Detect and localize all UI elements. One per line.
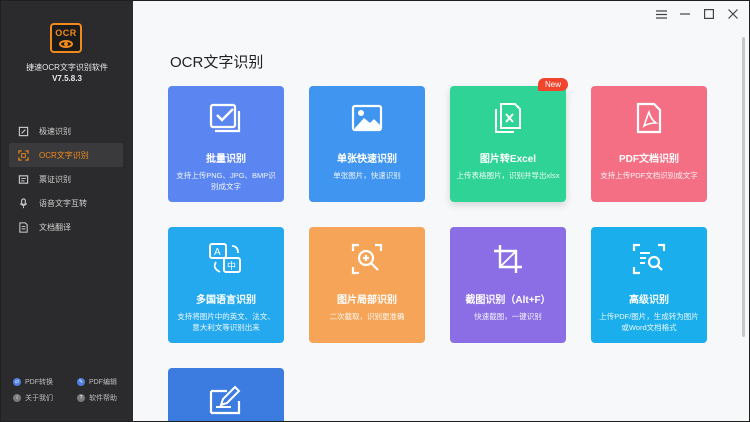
app-window: OCR 捷速OCR文字识别软件 V7.5.8.3 极速识别 OCR文字识别 票证…	[0, 0, 750, 422]
footer-link-label: 关于我们	[25, 395, 53, 402]
sidebar-item-label: 极速识别	[39, 126, 71, 136]
sidebar-item-speed[interactable]: 极速识别	[9, 119, 123, 143]
scrollbar[interactable]	[742, 37, 745, 337]
sidebar-item-label: 文档翻译	[39, 222, 71, 232]
footer-link-label: PDF编辑	[89, 379, 117, 386]
card-advanced-recognition[interactable]: 高级识别 上传PDF/图片，生成转为图片或Word文档格式	[591, 227, 707, 343]
app-version: V7.5.8.3	[52, 74, 82, 83]
card-edit-document[interactable]	[168, 368, 284, 421]
translate-doc-icon	[17, 221, 29, 233]
crop-icon	[490, 241, 526, 277]
close-icon	[728, 9, 738, 19]
pdf-convert-icon: ⇄	[13, 378, 21, 386]
card-desc: 支持将图片中的英文、法文、意大利文等识别出来	[177, 312, 275, 332]
card-desc: 支持上传PNG、JPG、BMP识别成文字	[176, 171, 276, 191]
footer-link-label: PDF转换	[25, 379, 53, 386]
sidebar-footer: ⇄ PDF转换 ✎ PDF编辑 i 关于我们 ? 软件帮助	[13, 377, 129, 403]
sidebar-item-translate[interactable]: 文档翻译	[9, 215, 123, 239]
zoom-frame-icon	[349, 241, 385, 277]
maximize-icon	[704, 9, 714, 19]
scan-frame-icon	[17, 149, 29, 161]
svg-text:A: A	[214, 247, 221, 258]
sidebar-item-ticket[interactable]: 票证识别	[9, 167, 123, 191]
bolt-icon	[17, 125, 29, 137]
new-badge: New	[537, 78, 568, 91]
minimize-button[interactable]	[677, 7, 693, 21]
card-multi-language[interactable]: A中 多国语言识别 支持将图片中的英文、法文、意大利文等识别出来	[168, 227, 284, 343]
sidebar-item-label: 语音文字互转	[39, 198, 87, 208]
app-name: 捷速OCR文字识别软件	[26, 63, 108, 72]
card-title: 高级识别	[629, 295, 669, 306]
language-icon: A中	[208, 241, 244, 277]
card-title: 多国语言识别	[196, 295, 256, 306]
excel-icon	[490, 100, 526, 136]
card-desc: 支持上传PDF文档识别成文字	[600, 171, 698, 180]
ticket-icon	[17, 173, 29, 185]
info-icon: i	[13, 394, 21, 402]
card-title: PDF文档识别	[619, 154, 679, 165]
card-title: 截图识别（Alt+F）	[465, 295, 551, 306]
card-title: 图片局部识别	[337, 295, 397, 306]
sidebar-item-label: OCR文字识别	[39, 150, 89, 160]
edit-doc-icon	[208, 382, 244, 418]
minimize-icon	[680, 13, 690, 15]
menu-button[interactable]	[653, 7, 669, 21]
help-link[interactable]: ? 软件帮助	[77, 393, 129, 403]
card-screenshot-recognition[interactable]: 截图识别（Alt+F） 快速截图，一键识别	[450, 227, 566, 343]
card-partial-recognition[interactable]: 图片局部识别 二次截取，识别更准确	[309, 227, 425, 343]
close-button[interactable]	[725, 7, 741, 21]
card-title: 图片转Excel	[479, 154, 537, 165]
image-icon	[349, 100, 385, 136]
card-title: 批量识别	[206, 154, 246, 165]
pdf-icon	[631, 100, 667, 136]
logo-text: OCR	[55, 27, 77, 38]
card-desc: 快速截图，一键识别	[474, 312, 542, 321]
svg-text:中: 中	[227, 260, 236, 272]
sidebar-item-voice[interactable]: 语音文字互转	[9, 191, 123, 215]
sidebar-nav: 极速识别 OCR文字识别 票证识别 语音文字互转 文档翻译	[9, 119, 123, 239]
sidebar-item-ocr[interactable]: OCR文字识别	[9, 143, 123, 167]
page-title: OCR文字识别	[170, 54, 264, 71]
app-logo: OCR	[50, 23, 82, 53]
eye-icon	[59, 39, 73, 48]
card-single-quick-recognition[interactable]: 单张快速识别 单张图片，快速识别	[309, 86, 425, 202]
card-desc: 二次截取，识别更准确	[329, 312, 405, 321]
sidebar: OCR 捷速OCR文字识别软件 V7.5.8.3 极速识别 OCR文字识别 票证…	[1, 1, 133, 421]
card-image-to-excel[interactable]: New 图片转Excel 上传表格图片，识别并导出xlsx	[450, 78, 568, 202]
card-title: 单张快速识别	[337, 154, 397, 165]
footer-link-label: 软件帮助	[89, 395, 117, 402]
pdf-convert-link[interactable]: ⇄ PDF转换	[13, 377, 77, 387]
pdf-edit-icon: ✎	[77, 378, 85, 386]
help-icon: ?	[77, 394, 85, 402]
pdf-edit-link[interactable]: ✎ PDF编辑	[77, 377, 129, 387]
batch-check-icon	[208, 100, 244, 136]
card-desc: 上传PDF/图片，生成转为图片或Word文档格式	[599, 312, 699, 332]
main-content: OCR文字识别 批量识别 支持上传PNG、JPG、BMP识别成文字 单张快速识别…	[133, 1, 749, 421]
card-batch-recognition[interactable]: 批量识别 支持上传PNG、JPG、BMP识别成文字	[168, 86, 284, 202]
maximize-button[interactable]	[701, 7, 717, 21]
window-controls	[653, 7, 741, 21]
about-link[interactable]: i 关于我们	[13, 393, 77, 403]
card-pdf-recognition[interactable]: PDF文档识别 支持上传PDF文档识别成文字	[591, 86, 707, 202]
advanced-search-icon	[631, 241, 667, 277]
card-desc: 单张图片，快速识别	[333, 171, 401, 180]
menu-icon	[655, 9, 667, 19]
microphone-icon	[17, 197, 29, 209]
sidebar-item-label: 票证识别	[39, 174, 71, 184]
card-desc: 上传表格图片，识别并导出xlsx	[456, 171, 560, 180]
